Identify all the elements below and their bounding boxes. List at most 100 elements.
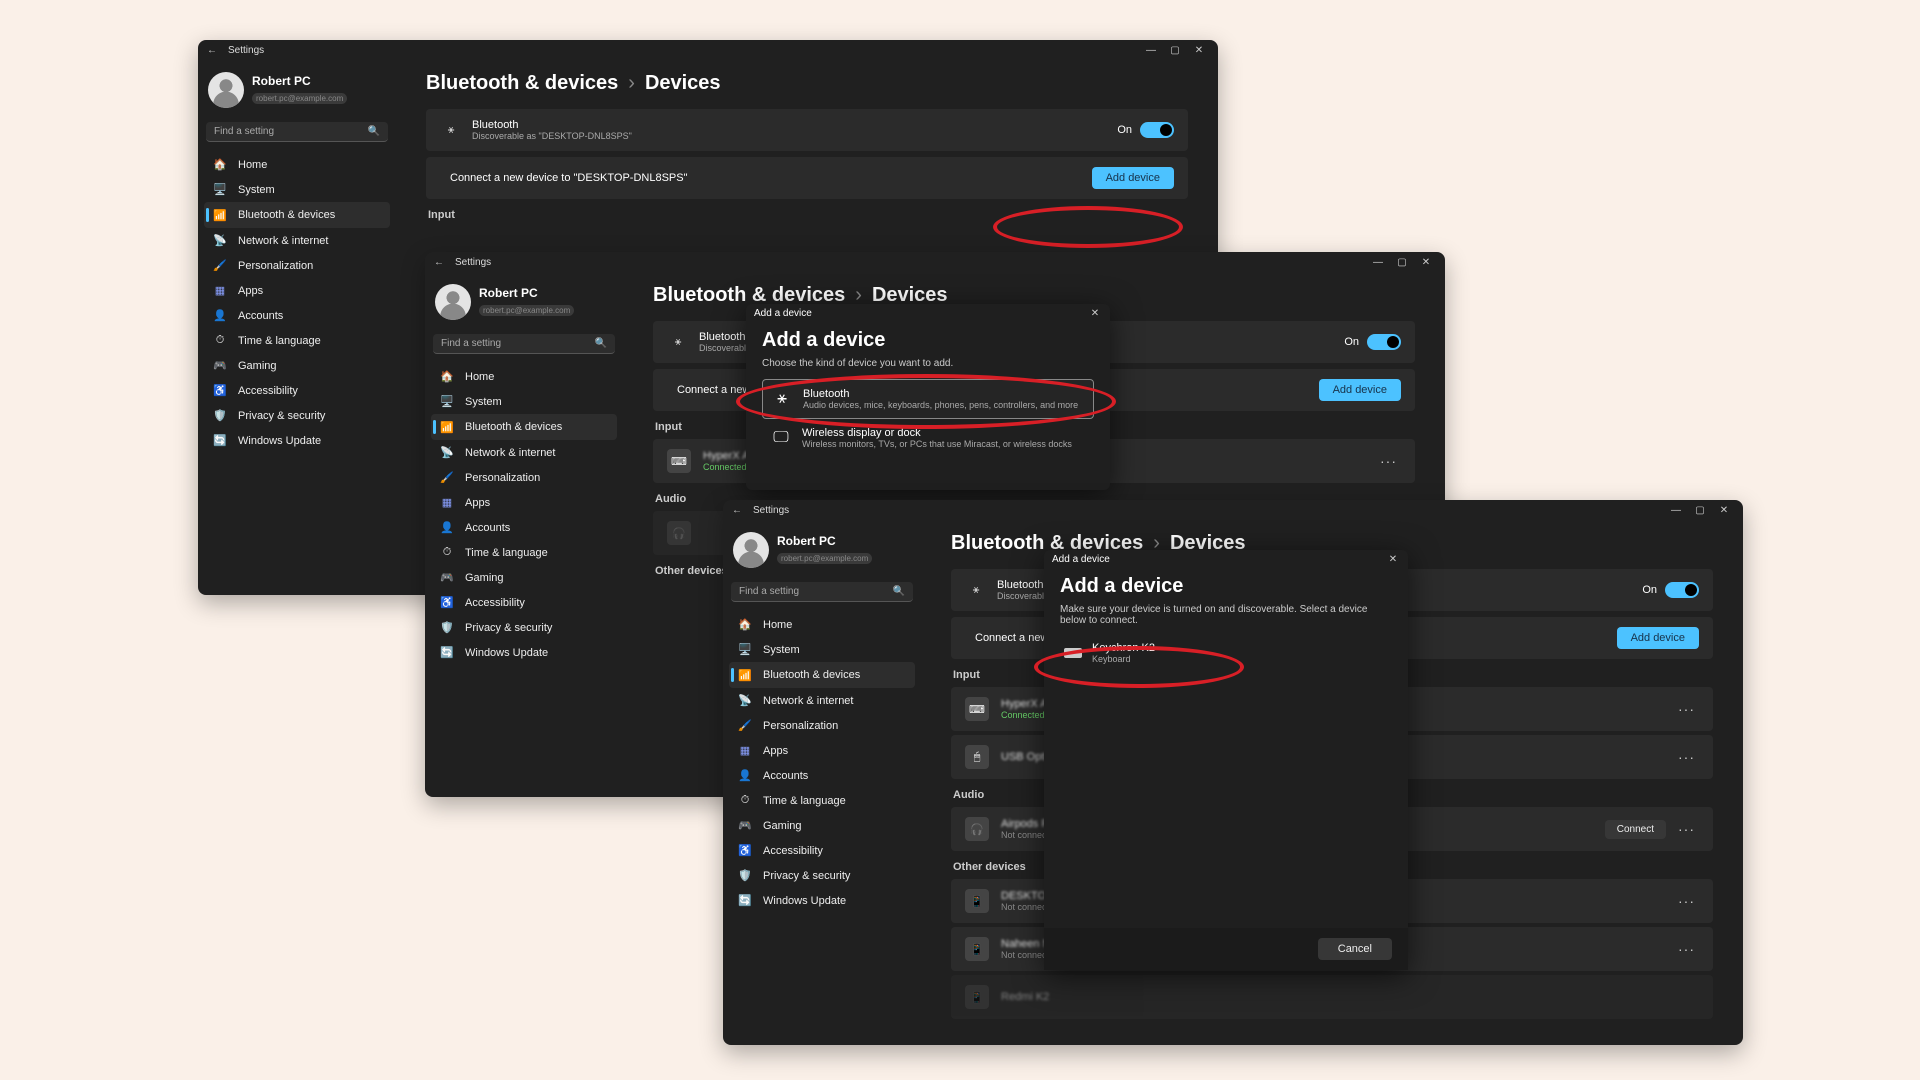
update-icon: 🔄 — [212, 434, 228, 447]
more-button[interactable]: ··· — [1674, 701, 1699, 717]
nav-accessibility[interactable]: ♿Accessibility — [729, 838, 915, 863]
nav-privacy[interactable]: 🛡️Privacy & security — [431, 615, 617, 640]
nav-home[interactable]: 🏠Home — [204, 152, 390, 177]
nav-apps[interactable]: ▦Apps — [431, 490, 617, 515]
bt-icon: ⚹ — [440, 124, 462, 137]
minimize-button[interactable]: — — [1144, 45, 1158, 56]
nav-apps[interactable]: ▦Apps — [204, 278, 390, 303]
back-icon[interactable]: ← — [431, 257, 447, 268]
nav-personalization[interactable]: 🖌️Personalization — [431, 465, 617, 490]
close-button[interactable]: ✕ — [1717, 505, 1731, 516]
breadcrumb-a[interactable]: Bluetooth & devices — [426, 72, 618, 95]
more-button[interactable]: ··· — [1376, 453, 1401, 469]
nav-update[interactable]: 🔄Windows Update — [729, 888, 915, 913]
profile-name: Robert PC — [252, 74, 347, 88]
close-button[interactable]: ✕ — [1192, 45, 1206, 56]
app-title: Settings — [228, 45, 264, 56]
nav-personalization[interactable]: 🖌️Personalization — [729, 713, 915, 738]
nav-bluetooth[interactable]: 📶Bluetooth & devices — [431, 414, 617, 440]
found-device-name: Keychron K2 — [1092, 642, 1155, 654]
nav-accessibility[interactable]: ♿Accessibility — [431, 590, 617, 615]
nav-time[interactable]: ⏱Time & language — [431, 540, 617, 565]
section-input: Input — [428, 209, 1188, 221]
more-button[interactable]: ··· — [1674, 941, 1699, 957]
add-device-button[interactable]: Add device — [1319, 379, 1401, 401]
nav-update[interactable]: 🔄Windows Update — [431, 640, 617, 665]
bt-toggle[interactable] — [1140, 122, 1174, 138]
device-row[interactable]: 📱 Redmi K2 — [951, 975, 1713, 1019]
more-button[interactable]: ··· — [1674, 749, 1699, 765]
nav-apps[interactable]: ▦Apps — [729, 738, 915, 763]
profile[interactable]: Robert PC robert.pc@example.com — [431, 280, 617, 330]
search-input[interactable]: Find a setting 🔍 — [206, 122, 388, 142]
nav-bluetooth[interactable]: 📶Bluetooth & devices — [204, 202, 390, 228]
sidebar: Robert PC robert.pc@example.com Find a s… — [198, 60, 396, 595]
bt-toggle[interactable] — [1367, 334, 1401, 350]
more-button[interactable]: ··· — [1674, 821, 1699, 837]
maximize-button[interactable]: ▢ — [1168, 45, 1182, 56]
window-controls: — ▢ ✕ — [1371, 257, 1439, 268]
bt-toggle[interactable] — [1665, 582, 1699, 598]
nav-system[interactable]: 🖥️System — [729, 637, 915, 662]
nav-home[interactable]: 🏠Home — [431, 364, 617, 389]
nav-system[interactable]: 🖥️System — [431, 389, 617, 414]
nav-network[interactable]: 📡Network & internet — [431, 440, 617, 465]
nav-accounts[interactable]: 👤Accounts — [729, 763, 915, 788]
nav-system[interactable]: 🖥️System — [204, 177, 390, 202]
dialog-close-button[interactable]: ✕ — [1386, 554, 1400, 565]
gaming-icon: 🎮 — [737, 819, 753, 832]
option-bluetooth[interactable]: ⚹ Bluetooth Audio devices, mice, keyboar… — [762, 379, 1094, 419]
nav-home[interactable]: 🏠Home — [729, 612, 915, 637]
nav-accessibility[interactable]: ♿Accessibility — [204, 378, 390, 403]
nav-privacy[interactable]: 🛡️Privacy & security — [204, 403, 390, 428]
search-input[interactable]: Find a setting 🔍 — [433, 334, 615, 354]
back-icon[interactable]: ← — [204, 45, 220, 56]
breadcrumb-sep-icon: › — [628, 72, 635, 95]
close-button[interactable]: ✕ — [1419, 257, 1433, 268]
headphones-icon: 🎧 — [965, 817, 989, 841]
home-icon: 🏠 — [439, 370, 455, 383]
search-input[interactable]: Find a setting 🔍 — [731, 582, 913, 602]
maximize-button[interactable]: ▢ — [1395, 257, 1409, 268]
profile-email: robert.pc@example.com — [252, 93, 347, 104]
nav-gaming[interactable]: 🎮Gaming — [431, 565, 617, 590]
add-device-button[interactable]: Add device — [1617, 627, 1699, 649]
found-device[interactable]: Keychron K2 Keyboard — [1060, 636, 1392, 670]
nav-personalization[interactable]: 🖌️Personalization — [204, 253, 390, 278]
time-icon: ⏱ — [439, 546, 455, 559]
nav-gaming[interactable]: 🎮Gaming — [729, 813, 915, 838]
nav-update[interactable]: 🔄Windows Update — [204, 428, 390, 453]
option-wd-sub: Wireless monitors, TVs, or PCs that use … — [802, 439, 1072, 449]
add-device-button[interactable]: Add device — [1092, 167, 1174, 189]
nav-network[interactable]: 📡Network & internet — [204, 228, 390, 253]
profile[interactable]: Robert PC robert.pc@example.com — [729, 528, 915, 578]
nav-accounts[interactable]: 👤Accounts — [431, 515, 617, 540]
dialog-close-button[interactable]: ✕ — [1088, 308, 1102, 319]
nav-network[interactable]: 📡Network & internet — [729, 688, 915, 713]
sidebar: Robert PC robert.pc@example.com Find a s… — [723, 520, 921, 1045]
option-bt-title: Bluetooth — [803, 388, 1078, 400]
nav-accounts[interactable]: 👤Accounts — [204, 303, 390, 328]
minimize-button[interactable]: — — [1669, 505, 1683, 516]
nav-bluetooth[interactable]: 📶Bluetooth & devices — [729, 662, 915, 688]
time-icon: ⏱ — [737, 794, 753, 807]
maximize-button[interactable]: ▢ — [1693, 505, 1707, 516]
more-button[interactable]: ··· — [1674, 893, 1699, 909]
minimize-button[interactable]: — — [1371, 257, 1385, 268]
nav-privacy[interactable]: 🛡️Privacy & security — [729, 863, 915, 888]
personalization-icon: 🖌️ — [212, 259, 228, 272]
nav-time[interactable]: ⏱Time & language — [729, 788, 915, 813]
option-wireless-display[interactable]: 🖵 Wireless display or dock Wireless moni… — [762, 419, 1094, 457]
profile[interactable]: Robert PC robert.pc@example.com — [204, 68, 390, 118]
nav-time[interactable]: ⏱Time & language — [204, 328, 390, 353]
nav-gaming[interactable]: 🎮Gaming — [204, 353, 390, 378]
accessibility-icon: ♿ — [737, 844, 753, 857]
cancel-button[interactable]: Cancel — [1318, 938, 1392, 960]
privacy-icon: 🛡️ — [439, 621, 455, 634]
bt-icon: ⚹ — [965, 584, 987, 597]
back-icon[interactable]: ← — [729, 505, 745, 516]
search-placeholder: Find a setting — [739, 586, 799, 597]
profile-name: Robert PC — [777, 534, 872, 548]
bluetooth-icon: 📶 — [439, 421, 455, 434]
connect-button[interactable]: Connect — [1605, 820, 1666, 839]
